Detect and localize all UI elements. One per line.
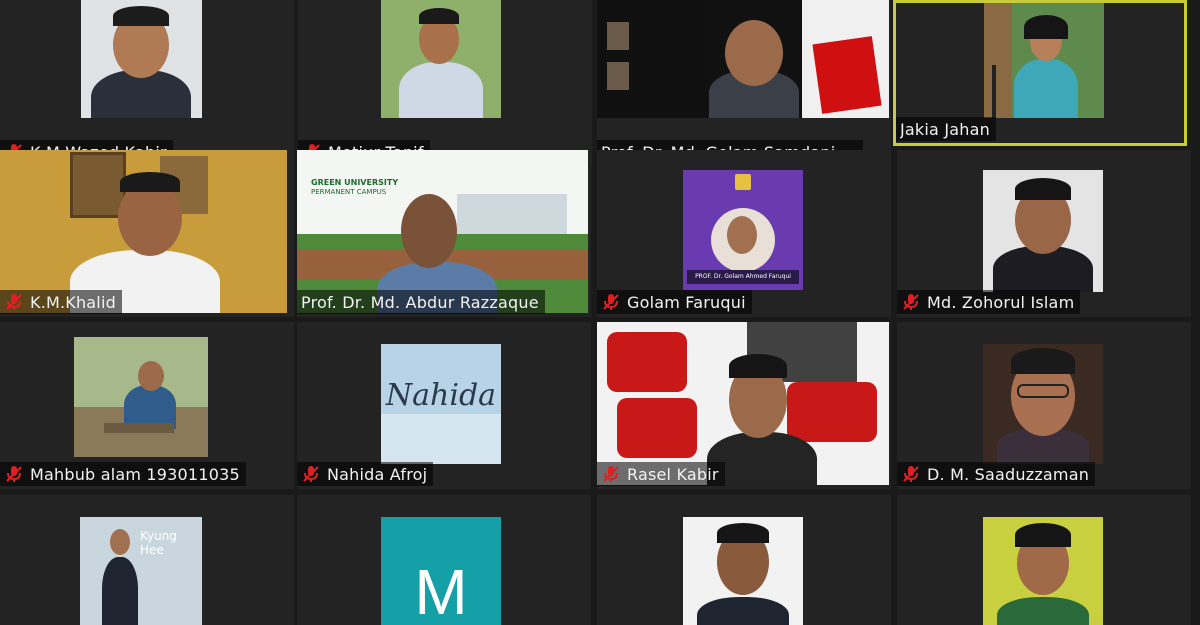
participant-name: Md. Zohorul Islam bbox=[927, 292, 1075, 312]
participant-photo bbox=[81, 0, 202, 118]
video-tile[interactable] bbox=[897, 495, 1191, 625]
participant-nameplate: Rasel Kabir bbox=[597, 462, 725, 486]
participant-name: Rasel Kabir bbox=[627, 464, 719, 484]
green-university-label: GREEN UNIVERSITY bbox=[311, 178, 399, 187]
muted-mic-icon bbox=[6, 294, 22, 310]
participant-name: Prof. Dr. Md. Abdur Razzaque bbox=[301, 292, 539, 312]
participant-name: Mahbub alam 193011035 bbox=[30, 464, 240, 484]
participant-name: Jakia Jahan bbox=[900, 119, 990, 139]
participant-avatar-image: Nahida bbox=[381, 344, 501, 464]
participant-video bbox=[0, 150, 287, 313]
video-tile[interactable]: Prof. Dr. Md. Golam Samdani ... bbox=[597, 0, 891, 167]
participant-name: Nahida Afroj bbox=[327, 464, 428, 484]
participant-photo bbox=[381, 0, 501, 118]
participant-nameplate: Nahida Afroj bbox=[297, 462, 434, 486]
video-tile[interactable]: K.M Wazed Kabir bbox=[0, 0, 294, 167]
participant-nameplate: Golam Faruqui bbox=[597, 290, 752, 314]
video-tile[interactable]: Nahida Nahida Afroj bbox=[297, 322, 591, 489]
avatar-initial: M bbox=[414, 556, 468, 625]
participant-name: D. M. Saaduzzaman bbox=[927, 464, 1090, 484]
participant-name: K.M.Khalid bbox=[30, 292, 116, 312]
participant-nameplate: K.M.Khalid bbox=[0, 290, 122, 314]
muted-mic-icon bbox=[903, 294, 919, 310]
participant-nameplate: Jakia Jahan bbox=[896, 117, 996, 141]
video-tile[interactable]: D. M. Saaduzzaman bbox=[897, 322, 1191, 489]
video-tile[interactable]: Kyung Hee bbox=[0, 495, 294, 625]
video-tile-active-speaker[interactable]: Jakia Jahan bbox=[893, 0, 1187, 146]
participant-photo: Kyung Hee bbox=[80, 517, 202, 625]
video-grid: K.M Wazed Kabir Motiur Tanif Prof. Dr. M… bbox=[0, 0, 1200, 625]
video-tile[interactable]: Rasel Kabir bbox=[597, 322, 891, 489]
participant-photo bbox=[984, 3, 1104, 118]
video-tile[interactable]: K.M.Khalid bbox=[0, 150, 294, 317]
participant-nameplate: D. M. Saaduzzaman bbox=[897, 462, 1096, 486]
muted-mic-icon bbox=[903, 466, 919, 482]
participant-nameplate: Prof. Dr. Md. Abdur Razzaque bbox=[297, 290, 545, 314]
participant-avatar-letter: M bbox=[381, 517, 501, 625]
participant-name: Golam Faruqui bbox=[627, 292, 746, 312]
video-tile[interactable]: Motiur Tanif bbox=[298, 0, 592, 167]
muted-mic-icon bbox=[603, 466, 619, 482]
kyung-hee-label: Kyung Hee bbox=[140, 529, 177, 557]
video-tile[interactable]: PROF. Dr. Golam Ahmed Faruqui Golam Faru… bbox=[597, 150, 891, 317]
participant-photo bbox=[983, 517, 1103, 625]
video-tile[interactable]: GREEN UNIVERSITY PERMANENT CAMPUS Prof. … bbox=[297, 150, 591, 317]
muted-mic-icon bbox=[6, 466, 22, 482]
video-tile[interactable]: Md. Zohorul Islam bbox=[897, 150, 1191, 317]
video-tile[interactable] bbox=[597, 495, 891, 625]
muted-mic-icon bbox=[603, 294, 619, 310]
permanent-campus-label: PERMANENT CAMPUS bbox=[311, 188, 387, 196]
poster-caption: PROF. Dr. Golam Ahmed Faruqui bbox=[687, 270, 799, 284]
participant-photo: PROF. Dr. Golam Ahmed Faruqui bbox=[683, 170, 803, 290]
video-tile[interactable]: M bbox=[297, 495, 591, 625]
participant-video: GREEN UNIVERSITY PERMANENT CAMPUS bbox=[297, 150, 588, 313]
participant-nameplate: Mahbub alam 193011035 bbox=[0, 462, 246, 486]
participant-nameplate: Md. Zohorul Islam bbox=[897, 290, 1081, 314]
video-tile[interactable]: Mahbub alam 193011035 bbox=[0, 322, 294, 489]
participant-video bbox=[597, 322, 889, 485]
participant-photo bbox=[683, 517, 803, 625]
avatar-text: Nahida bbox=[385, 378, 497, 413]
participant-video bbox=[597, 0, 889, 118]
participant-photo bbox=[983, 344, 1103, 464]
participant-photo bbox=[983, 170, 1103, 292]
muted-mic-icon bbox=[303, 466, 319, 482]
participant-photo bbox=[74, 337, 208, 457]
